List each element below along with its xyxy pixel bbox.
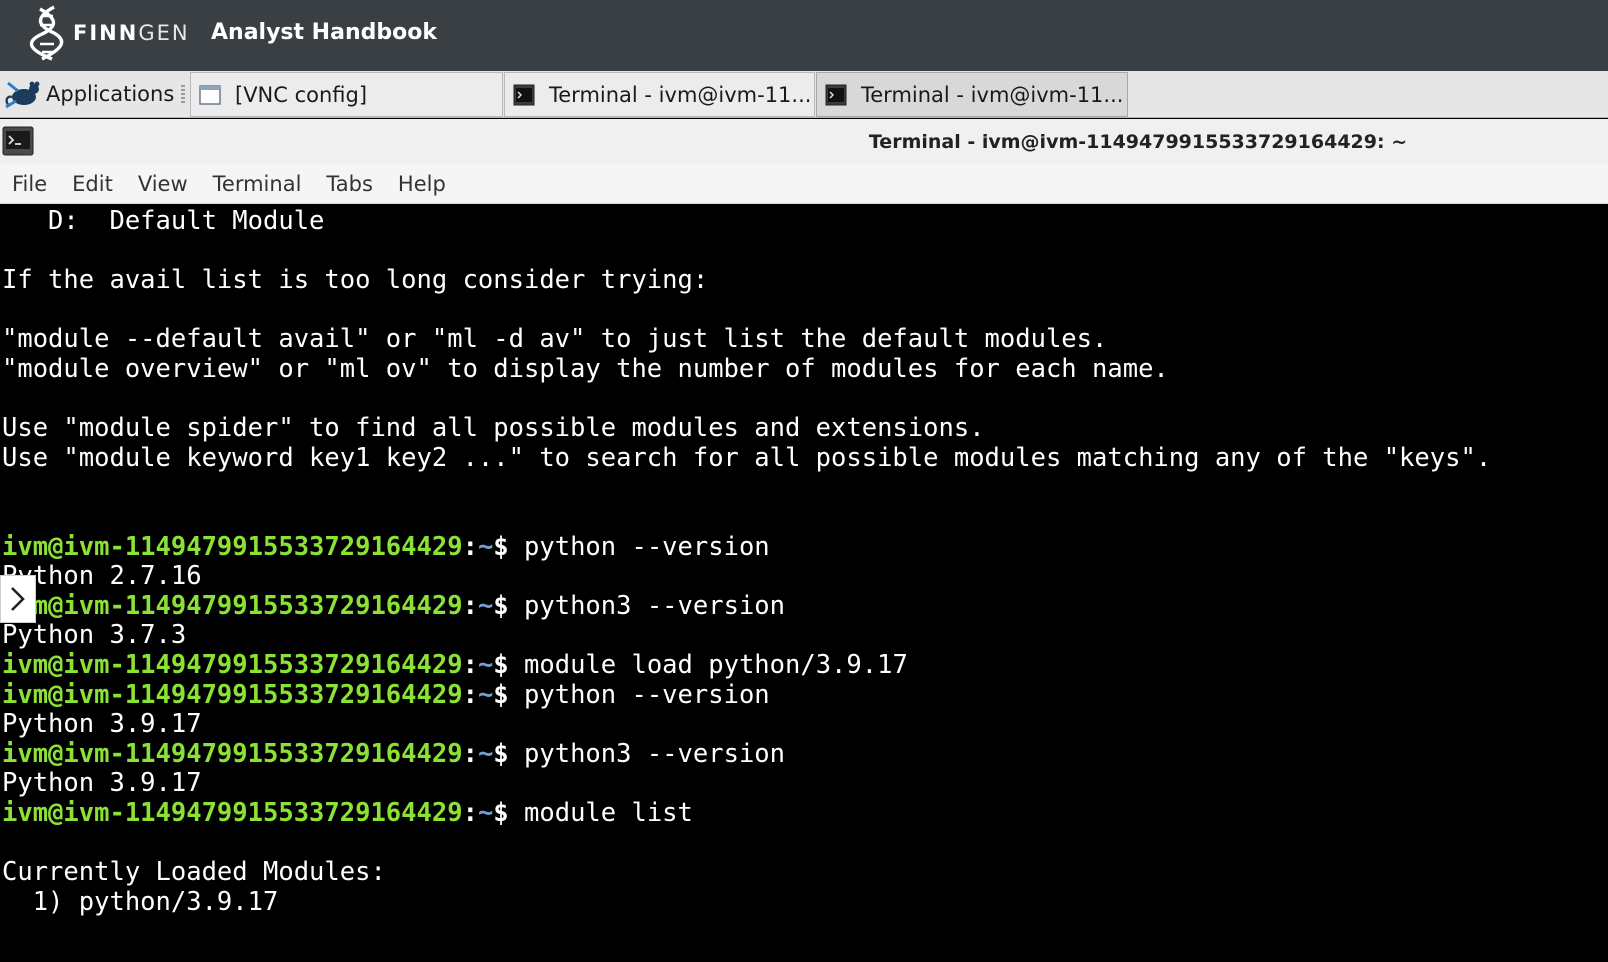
terminal-output-line: "module overview" or "ml ov" to display …: [2, 354, 1169, 384]
xfce-mouse-icon: [5, 81, 40, 109]
terminal-icon: [513, 84, 535, 105]
window-icon: [199, 84, 221, 105]
terminal-output-line: Python 3.9.17: [2, 709, 202, 740]
terminal-prompt-separator: :: [462, 531, 478, 562]
terminal-prompt-user: ivm@ivm-1149479915533729164429: [2, 738, 463, 769]
terminal-prompt-dir: ~: [477, 738, 494, 769]
terminal-prompt-dir: ~: [477, 531, 494, 562]
taskbar-separator: [181, 85, 185, 105]
applications-menu-button[interactable]: Applications: [4, 75, 174, 113]
taskbar: Applications [VNC config] Terminal - ivm…: [0, 71, 1608, 118]
task-terminal-2[interactable]: Terminal - ivm@ivm-11...: [816, 72, 1128, 117]
terminal-prompt-end: $: [493, 679, 525, 710]
terminal-prompt-separator: :: [462, 798, 478, 828]
menu-tabs[interactable]: Tabs: [326, 172, 373, 196]
terminal-output-line: If the avail list is too long consider t…: [2, 265, 709, 296]
terminal-output-line: Use "module keyword key1 key2 ..." to se…: [2, 442, 1492, 473]
task-label: Terminal - ivm@ivm-11...: [549, 82, 812, 107]
terminal-prompt-dir: ~: [477, 650, 494, 680]
terminal-command-line: ivm@ivm-1149479915533729164429:~$ python…: [2, 680, 770, 710]
terminal-command-line: ivm@ivm-1149479915533729164429:~$ python…: [2, 591, 785, 621]
terminal-prompt-user: ivm@ivm-1149479915533729164429: [2, 798, 463, 828]
terminal-prompt-dir: ~: [477, 798, 494, 828]
terminal-output-line: Use "module spider" to find all possible…: [2, 413, 985, 444]
task-label: Terminal - ivm@ivm-11...: [861, 82, 1124, 107]
terminal-command: python --version: [524, 531, 770, 562]
terminal-command: python --version: [524, 679, 770, 710]
menu-file[interactable]: File: [12, 172, 47, 196]
task-label: [VNC config]: [235, 82, 368, 107]
terminal-output-line: D: Default Module: [2, 206, 325, 236]
terminal-prompt-end: $: [493, 738, 525, 769]
terminal-prompt-end: $: [493, 590, 525, 621]
terminal-icon: [825, 84, 847, 105]
chevron-right-icon: [11, 587, 25, 611]
terminal-prompt-end: $: [493, 650, 525, 680]
menu-edit[interactable]: Edit: [72, 172, 113, 196]
terminal-prompt-separator: :: [462, 679, 478, 710]
brand-wordmark[interactable]: FINNGEN: [73, 20, 190, 46]
terminal-prompt-separator: :: [462, 738, 478, 769]
terminal-prompt-separator: :: [462, 590, 478, 621]
terminal-command-line: ivm@ivm-1149479915533729164429:~$ module…: [2, 650, 908, 680]
side-panel-toggle[interactable]: [0, 575, 36, 623]
terminal-output-line: "module --default avail" or "ml -d av" t…: [2, 324, 1108, 355]
terminal-command: python3 --version: [524, 590, 786, 621]
task-vnc-config[interactable]: [VNC config]: [190, 72, 503, 117]
terminal-output-line: 1) python/3.9.17: [2, 886, 279, 917]
terminal-command-line: ivm@ivm-1149479915533729164429:~$ python…: [2, 739, 785, 769]
brand-word-light: GEN: [138, 21, 190, 45]
menu-bar: File Edit View Terminal Tabs Help: [0, 164, 1608, 204]
menu-help[interactable]: Help: [398, 172, 446, 196]
window-title: Terminal - ivm@ivm-114947991553372916442…: [868, 131, 1408, 153]
terminal-prompt-user: ivm@ivm-1149479915533729164429: [2, 679, 463, 710]
terminal-command: module list: [524, 798, 693, 828]
terminal-output-line: Python 3.7.3: [2, 620, 187, 651]
task-terminal-1[interactable]: Terminal - ivm@ivm-11...: [504, 72, 815, 117]
menu-terminal[interactable]: Terminal: [213, 172, 302, 196]
terminal-output-line: Currently Loaded Modules:: [2, 857, 386, 888]
terminal-prompt-end: $: [493, 798, 525, 828]
terminal-output-line: Python 3.9.17: [2, 768, 202, 799]
applications-label: Applications: [46, 82, 175, 106]
window-titlebar[interactable]: Terminal - ivm@ivm-114947991553372916442…: [0, 119, 1608, 164]
site-title[interactable]: Analyst Handbook: [211, 19, 437, 47]
brand-header: FINNGEN Analyst Handbook: [0, 0, 1608, 71]
terminal-prompt-user: ivm@ivm-1149479915533729164429: [2, 531, 463, 562]
terminal-prompt-dir: ~: [477, 679, 494, 710]
menu-view[interactable]: View: [138, 172, 188, 196]
terminal-output[interactable]: D: Default Module If the avail list is to…: [0, 204, 1608, 962]
terminal-command-line: ivm@ivm-1149479915533729164429:~$ module…: [2, 798, 693, 828]
terminal-prompt-end: $: [493, 531, 525, 562]
dna-logo-icon: [29, 5, 64, 61]
brand-word-bold: FINN: [73, 21, 139, 45]
terminal-prompt-user: ivm@ivm-1149479915533729164429: [2, 590, 463, 621]
terminal-command: python3 --version: [524, 738, 786, 769]
terminal-command-line: ivm@ivm-1149479915533729164429:~$ python…: [2, 532, 770, 562]
terminal-prompt-separator: :: [462, 650, 478, 680]
terminal-prompt-dir: ~: [477, 590, 494, 621]
terminal-command: module load python/3.9.17: [524, 650, 908, 680]
terminal-prompt-user: ivm@ivm-1149479915533729164429: [2, 650, 463, 680]
